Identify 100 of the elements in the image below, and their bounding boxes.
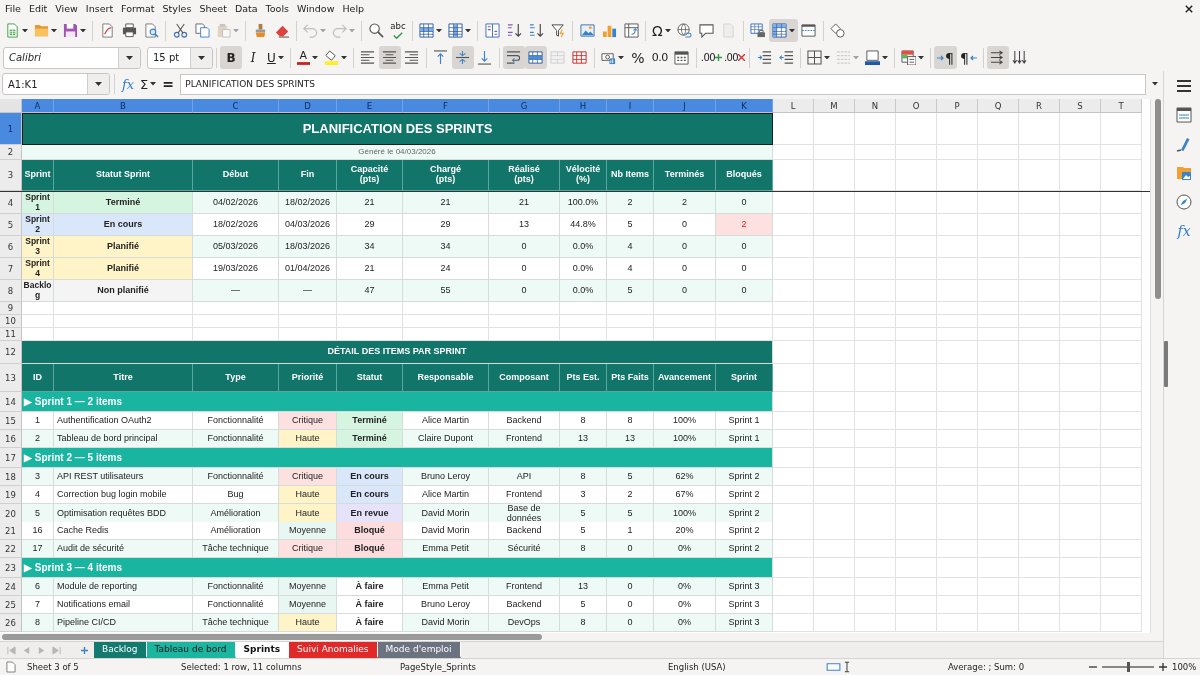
column-header[interactable]: Q bbox=[978, 99, 1019, 113]
column-header[interactable]: K bbox=[716, 99, 773, 113]
font-name-box[interactable]: Calibri bbox=[3, 46, 141, 69]
sheet-tab[interactable]: Sprints bbox=[235, 642, 290, 658]
row-header[interactable]: 17 bbox=[0, 448, 22, 468]
align-center-button[interactable] bbox=[378, 46, 401, 69]
underline-button[interactable]: U bbox=[264, 46, 287, 69]
column-header[interactable]: G bbox=[489, 99, 560, 113]
column-header[interactable]: J bbox=[654, 99, 716, 113]
vertical-scrollbar[interactable] bbox=[1150, 99, 1163, 633]
menu-item[interactable]: Sheet bbox=[195, 0, 231, 17]
column-header[interactable]: R bbox=[1019, 99, 1060, 113]
align-middle-button[interactable] bbox=[451, 46, 474, 69]
row-header[interactable]: 6 bbox=[0, 236, 22, 258]
row-header[interactable]: 10 bbox=[0, 315, 22, 328]
font-color-button[interactable]: A bbox=[293, 46, 321, 69]
wrap-text-button[interactable] bbox=[502, 46, 525, 69]
menu-item[interactable]: Edit bbox=[24, 0, 52, 17]
menu-item[interactable]: Window bbox=[292, 0, 339, 17]
column-header[interactable]: F bbox=[403, 99, 489, 113]
column-header[interactable]: A bbox=[22, 99, 54, 113]
bold-button[interactable]: B bbox=[220, 46, 242, 69]
formula-input[interactable]: PLANIFICATION DES SPRINTS bbox=[180, 73, 1146, 95]
zoom-slider-thumb[interactable] bbox=[1127, 662, 1130, 672]
row-header[interactable]: 26 bbox=[0, 614, 22, 632]
row-header[interactable]: 11 bbox=[0, 328, 22, 341]
left-to-right-button[interactable]: ¶ bbox=[934, 46, 957, 69]
column-header[interactable]: O bbox=[896, 99, 937, 113]
row-header[interactable]: 4 bbox=[0, 192, 22, 214]
close-document-button[interactable] bbox=[1183, 2, 1195, 15]
row-header[interactable]: 15 bbox=[0, 412, 22, 430]
row-header[interactable]: 21 bbox=[0, 522, 22, 540]
percent-format-button[interactable]: % bbox=[626, 46, 649, 69]
column-header[interactable]: C bbox=[193, 99, 279, 113]
scrollbar-thumb[interactable] bbox=[2, 634, 542, 640]
sidebar-grip[interactable] bbox=[1164, 341, 1168, 387]
menu-item[interactable]: Styles bbox=[158, 0, 196, 17]
sheet-tab[interactable]: Mode d'emploi bbox=[377, 642, 461, 658]
menu-item[interactable]: View bbox=[51, 0, 82, 17]
column-header[interactable]: I bbox=[607, 99, 654, 113]
menu-item[interactable]: Tools bbox=[261, 0, 293, 17]
row-header[interactable]: 19 bbox=[0, 486, 22, 504]
menu-item[interactable]: Help bbox=[338, 0, 369, 17]
row-header[interactable]: 22 bbox=[0, 540, 22, 558]
column-header[interactable]: B bbox=[54, 99, 193, 113]
column-header[interactable]: E bbox=[337, 99, 403, 113]
row-header[interactable]: 23 bbox=[0, 558, 22, 578]
number-format-button[interactable]: 0.0 bbox=[648, 46, 671, 69]
column-heading: Avancement bbox=[654, 364, 716, 392]
row-header[interactable]: 5 bbox=[0, 214, 22, 236]
sheet-position: Sheet 3 of 5 bbox=[27, 662, 79, 672]
name-box[interactable]: A1:K1 bbox=[2, 73, 110, 95]
menu-item[interactable]: Format bbox=[117, 0, 159, 17]
delete-decimal-button[interactable]: .00 bbox=[722, 46, 746, 69]
add-decimal-button[interactable]: .00 bbox=[699, 46, 723, 69]
row-header[interactable]: 9 bbox=[0, 302, 22, 315]
spelling-button[interactable]: abc bbox=[387, 19, 409, 42]
row-header[interactable]: 16 bbox=[0, 430, 22, 448]
dropdown-button[interactable] bbox=[118, 47, 140, 68]
function-wizard-button[interactable]: fx bbox=[119, 72, 137, 96]
column-header[interactable]: S bbox=[1060, 99, 1101, 113]
column-header[interactable]: L bbox=[773, 99, 814, 113]
column-header[interactable]: P bbox=[937, 99, 978, 113]
row-header[interactable]: 18 bbox=[0, 468, 22, 486]
sheet-tab[interactable]: Suivi Anomalies bbox=[289, 642, 378, 658]
freeze-panes-button[interactable] bbox=[768, 19, 798, 42]
row-header[interactable]: 20 bbox=[0, 504, 22, 525]
functions-button[interactable]: fx bbox=[1172, 219, 1196, 243]
menu-item[interactable]: File bbox=[1, 0, 25, 17]
column-header[interactable]: D bbox=[279, 99, 337, 113]
row-header[interactable]: 12 bbox=[0, 341, 22, 364]
special-character-button[interactable]: Ω bbox=[649, 19, 674, 42]
italic-button[interactable]: I bbox=[242, 46, 264, 69]
row-header[interactable]: 25 bbox=[0, 596, 22, 614]
row-header[interactable]: 1 bbox=[0, 113, 22, 145]
row-header[interactable]: 7 bbox=[0, 258, 22, 280]
font-size-box[interactable]: 15 pt bbox=[147, 46, 213, 69]
row-header[interactable]: 14 bbox=[0, 392, 22, 412]
menu-item[interactable]: Insert bbox=[81, 0, 118, 17]
row-header[interactable]: 24 bbox=[0, 578, 22, 596]
column-header[interactable]: H bbox=[560, 99, 607, 113]
formula-button[interactable]: = bbox=[159, 72, 178, 96]
menu-item[interactable]: Data bbox=[230, 0, 262, 17]
sheet-tab[interactable]: Tableau de bord bbox=[146, 642, 236, 658]
scrollbar-thumb[interactable] bbox=[1155, 99, 1161, 299]
row-header[interactable]: 2 bbox=[0, 145, 22, 160]
horizontal-text-button[interactable] bbox=[986, 46, 1009, 69]
dropdown-button[interactable] bbox=[87, 74, 109, 94]
column-header[interactable]: T bbox=[1101, 99, 1142, 113]
sheet-tab[interactable]: Backlog bbox=[94, 642, 147, 658]
sum-button[interactable]: Σ bbox=[138, 72, 159, 96]
row-header[interactable]: 8 bbox=[0, 280, 22, 302]
column-header[interactable]: N bbox=[855, 99, 896, 113]
row-header[interactable]: 13 bbox=[0, 364, 22, 392]
column-header[interactable]: M bbox=[814, 99, 855, 113]
column-heading: Statut bbox=[337, 364, 403, 392]
right-to-left-button[interactable]: ¶ bbox=[956, 46, 980, 69]
row-header[interactable]: 3 bbox=[0, 160, 22, 191]
dropdown-button[interactable] bbox=[190, 47, 212, 68]
merge-center-button[interactable] bbox=[524, 46, 547, 69]
